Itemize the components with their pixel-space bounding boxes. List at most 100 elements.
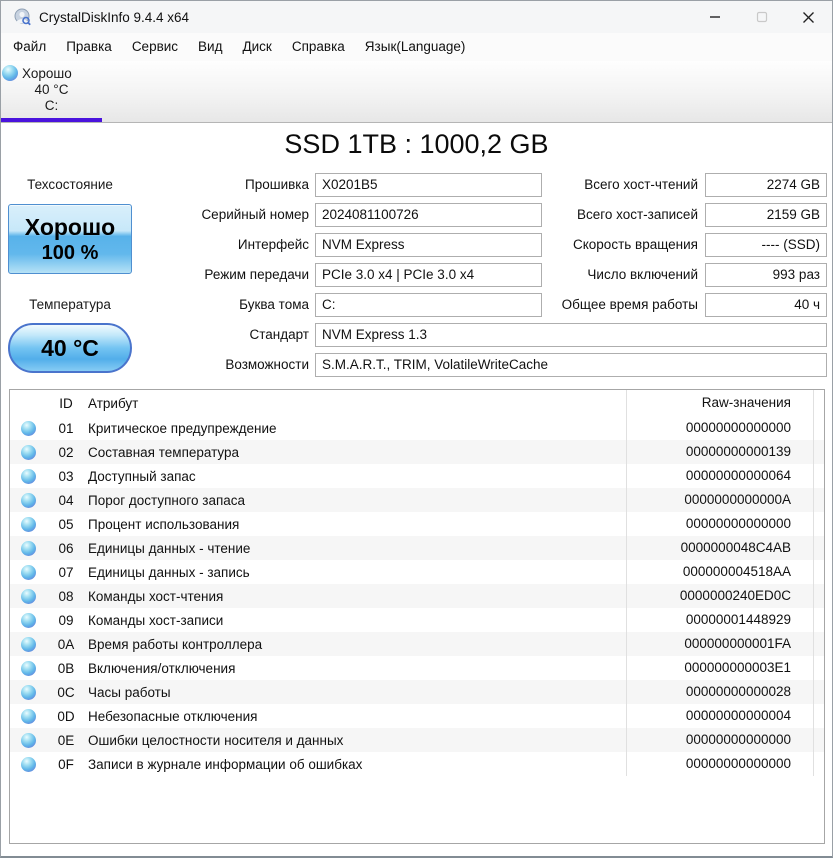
- smart-row-id: 09: [58, 612, 74, 628]
- smart-row-status: [10, 420, 46, 436]
- menu-item[interactable]: Файл: [3, 33, 56, 61]
- smart-table-row[interactable]: 07 Единицы данных - запись 000000004518A…: [10, 560, 824, 584]
- info-field-value[interactable]: NVM Express 1.3: [315, 323, 827, 347]
- smart-row-id: 06: [58, 540, 74, 556]
- smart-table-row[interactable]: 06 Единицы данных - чтение 0000000048C4A…: [10, 536, 824, 560]
- smart-row-status: [10, 756, 46, 772]
- info-field-value[interactable]: 2159 GB: [705, 203, 827, 227]
- info-field-value[interactable]: ---- (SSD): [705, 233, 827, 257]
- smart-table-body: 01 Критическое предупреждение 0000000000…: [10, 416, 824, 776]
- menu-item[interactable]: Диск: [232, 33, 281, 61]
- smart-row-id: 07: [58, 564, 74, 580]
- health-orb-icon: [20, 756, 36, 772]
- smart-row-raw: 00000001448929: [626, 608, 814, 632]
- smart-row-status: [10, 468, 46, 484]
- smart-table-row[interactable]: 0A Время работы контроллера 000000000001…: [10, 632, 824, 656]
- smart-row-id: 0C: [57, 684, 75, 700]
- smart-row-id: 03: [58, 468, 74, 484]
- info-field-value[interactable]: S.M.A.R.T., TRIM, VolatileWriteCache: [315, 353, 827, 377]
- smart-table-row[interactable]: 08 Команды хост-чтения 0000000240ED0C: [10, 584, 824, 608]
- smart-table-row[interactable]: 03 Доступный запас 00000000000064: [10, 464, 824, 488]
- health-label: Техсостояние: [27, 177, 113, 192]
- info-field-row: Серийный номер 2024081100726: [159, 203, 542, 227]
- smart-row-status: [10, 636, 46, 652]
- drive-temperature-text: 40 °C: [34, 82, 69, 97]
- maximize-button[interactable]: [738, 1, 785, 33]
- smart-row-status: [10, 492, 46, 508]
- smart-row-status: [10, 732, 46, 748]
- info-field-value[interactable]: 993 раз: [705, 263, 827, 287]
- smart-table-row[interactable]: 01 Критическое предупреждение 0000000000…: [10, 416, 824, 440]
- menu-bar: Файл Правка Сервис Вид Диск Справка Язык…: [1, 33, 832, 61]
- info-field-value[interactable]: NVM Express: [315, 233, 542, 257]
- smart-table-row[interactable]: 09 Команды хост-записи 00000001448929: [10, 608, 824, 632]
- health-orb-icon: [20, 588, 36, 604]
- temperature-button[interactable]: 40 °C: [8, 323, 132, 373]
- smart-table-row[interactable]: 0C Часы работы 00000000000028: [10, 680, 824, 704]
- smart-table-row[interactable]: 0E Ошибки целостности носителя и данных …: [10, 728, 824, 752]
- info-field-row: Скорость вращения ---- (SSD): [546, 233, 827, 257]
- smart-table-row[interactable]: 0F Записи в журнале информации об ошибка…: [10, 752, 824, 776]
- info-field-label: Режим передачи: [204, 267, 309, 282]
- info-field-row: Буква тома C:: [159, 293, 542, 317]
- smart-table-row[interactable]: 04 Порог доступного запаса 0000000000000…: [10, 488, 824, 512]
- smart-table-row[interactable]: 05 Процент использования 00000000000000: [10, 512, 824, 536]
- info-fields-wide: Стандарт NVM Express 1.3 Возможности S.M…: [159, 323, 827, 383]
- info-field-label: Прошивка: [245, 177, 309, 192]
- minimize-button[interactable]: [691, 1, 738, 33]
- menu-item[interactable]: Язык(Language): [355, 33, 476, 61]
- health-percent-value: 100 %: [41, 241, 99, 264]
- menu-item[interactable]: Сервис: [122, 33, 188, 61]
- smart-table-row[interactable]: 0B Включения/отключения 000000000003E1: [10, 656, 824, 680]
- health-status-button[interactable]: Хорошо 100 %: [8, 204, 132, 274]
- info-field-value[interactable]: 2024081100726: [315, 203, 542, 227]
- smart-row-status: [10, 588, 46, 604]
- minimize-icon: [709, 16, 720, 18]
- smart-row-attribute: Процент использования: [88, 516, 240, 532]
- info-field-label: Скорость вращения: [572, 237, 698, 252]
- info-field-value[interactable]: 40 ч: [705, 293, 827, 317]
- drive-status-text: Хорошо: [22, 65, 72, 81]
- drive-tab-c[interactable]: Хорошо 40 °C C:: [1, 61, 102, 122]
- close-icon: [803, 11, 814, 23]
- info-field-label: Стандарт: [249, 327, 309, 342]
- menu-item[interactable]: Правка: [56, 33, 122, 61]
- health-orb-icon: [20, 468, 36, 484]
- smart-row-status: [10, 516, 46, 532]
- window-title: CrystalDiskInfo 9.4.4 x64: [39, 9, 190, 25]
- smart-row-raw: 0000000000000A: [626, 488, 814, 512]
- smart-row-attribute: Составная температура: [88, 444, 240, 460]
- menu-item[interactable]: Вид: [188, 33, 232, 61]
- smart-row-id: 0D: [57, 708, 75, 724]
- close-button[interactable]: [785, 1, 832, 33]
- info-field-value[interactable]: 2274 GB: [705, 173, 827, 197]
- drive-status-orb-icon: [2, 65, 18, 81]
- health-orb-icon: [20, 708, 36, 724]
- info-field-row: Режим передачи PCIe 3.0 x4 | PCIe 3.0 x4: [159, 263, 542, 287]
- health-orb-icon: [20, 660, 36, 676]
- active-tab-indicator: [1, 118, 102, 122]
- smart-row-status: [10, 660, 46, 676]
- info-fields-center: Прошивка X0201B5 Серийный номер 20240811…: [159, 173, 542, 323]
- info-field-row: Прошивка X0201B5: [159, 173, 542, 197]
- info-field-value[interactable]: C:: [315, 293, 542, 317]
- info-field-label: Возможности: [225, 357, 309, 372]
- smart-row-id: 08: [58, 588, 74, 604]
- smart-row-id: 02: [58, 444, 74, 460]
- info-field-value[interactable]: PCIe 3.0 x4 | PCIe 3.0 x4: [315, 263, 542, 287]
- smart-row-attribute: Единицы данных - запись: [88, 564, 250, 580]
- maximize-icon: [756, 11, 767, 23]
- info-field-row: Всего хост-записей 2159 GB: [546, 203, 827, 227]
- smart-row-raw: 00000000000000: [626, 752, 814, 776]
- smart-row-raw: 00000000000000: [626, 416, 814, 440]
- smart-row-attribute: Единицы данных - чтение: [88, 540, 251, 556]
- info-field-value[interactable]: X0201B5: [315, 173, 542, 197]
- smart-table-row[interactable]: 02 Составная температура 00000000000139: [10, 440, 824, 464]
- smart-row-raw: 00000000000004: [626, 704, 814, 728]
- smart-table-row[interactable]: 0D Небезопасные отключения 0000000000000…: [10, 704, 824, 728]
- health-orb-icon: [20, 516, 36, 532]
- smart-row-attribute: Доступный запас: [88, 468, 196, 484]
- menu-item[interactable]: Справка: [282, 33, 355, 61]
- smart-header-raw: Raw-значения: [626, 390, 814, 416]
- disk-title: SSD 1TB : 1000,2 GB: [284, 129, 549, 159]
